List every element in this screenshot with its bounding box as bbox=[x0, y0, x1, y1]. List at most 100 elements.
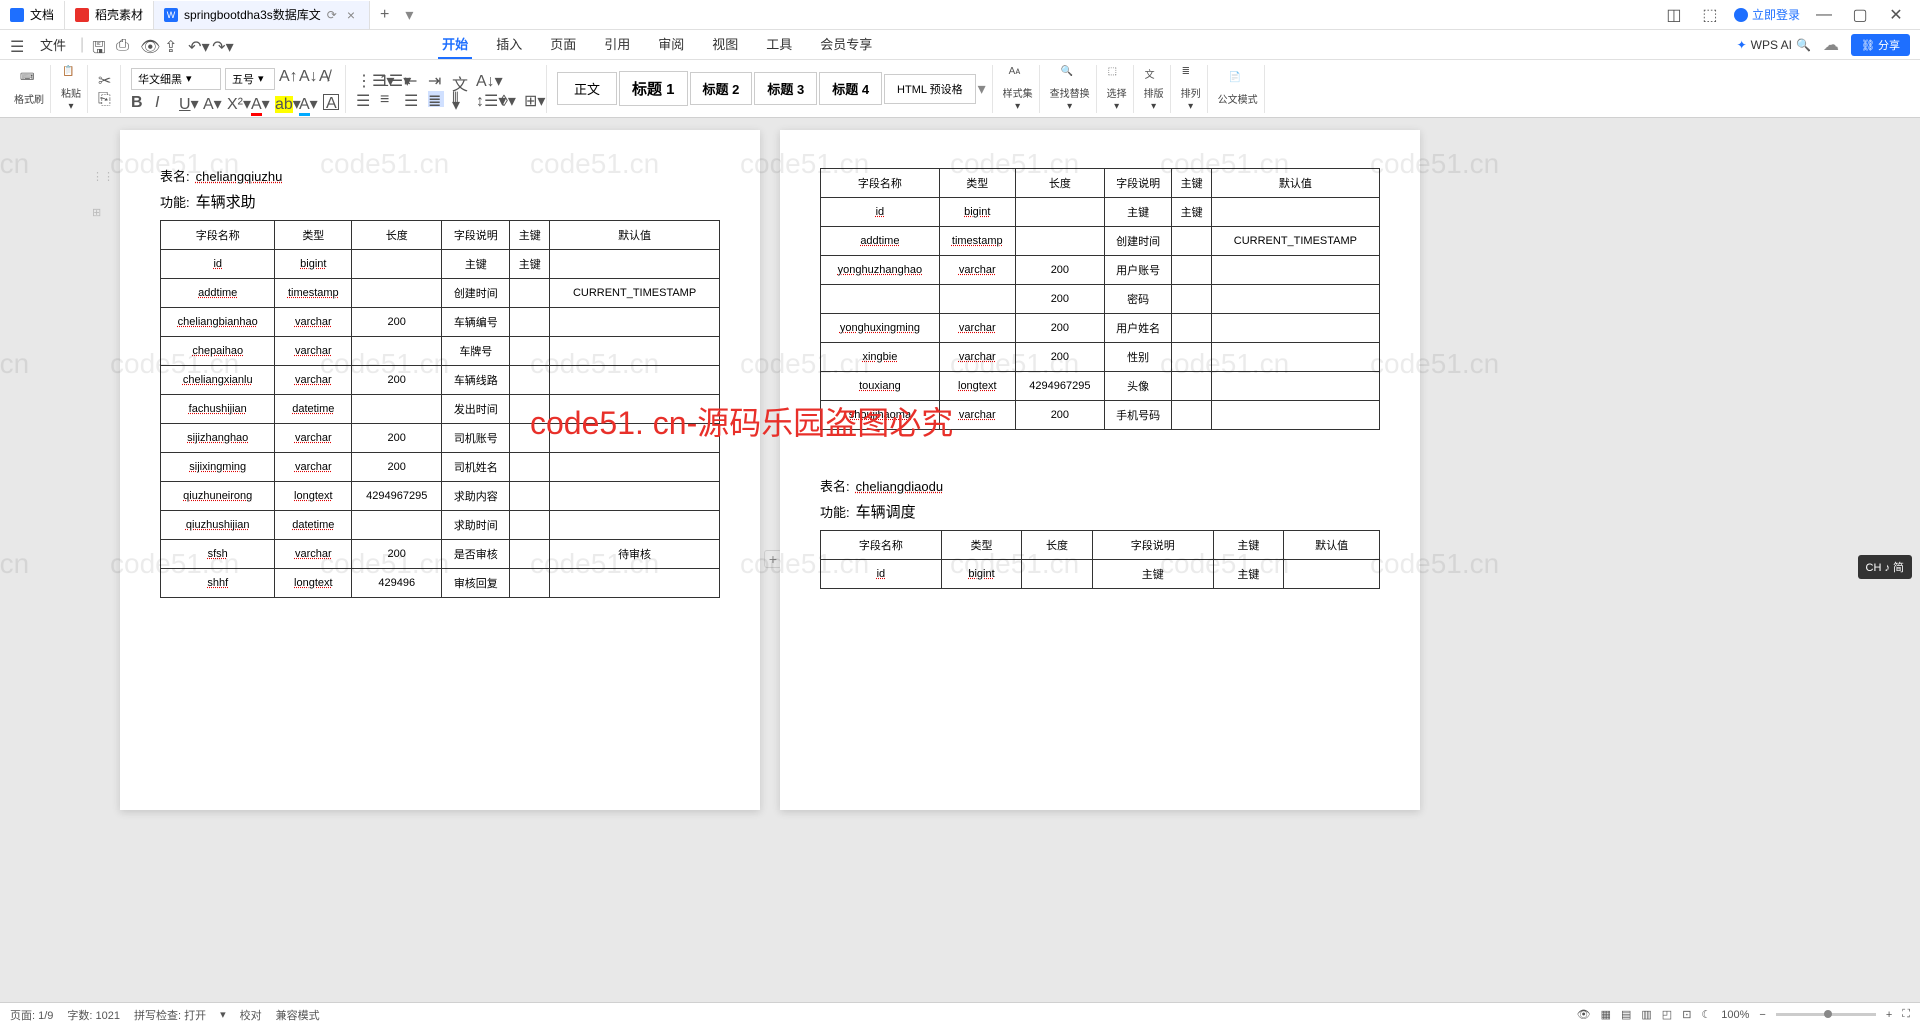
cell[interactable]: yonghuxingming bbox=[821, 314, 940, 343]
cell[interactable] bbox=[510, 482, 550, 511]
align-justify-icon[interactable]: ≣ bbox=[428, 91, 444, 107]
cell[interactable] bbox=[1172, 343, 1211, 372]
cell[interactable]: 200 bbox=[352, 453, 442, 482]
cell[interactable] bbox=[821, 285, 940, 314]
minimize-button[interactable]: — bbox=[1812, 3, 1836, 27]
table-row[interactable]: qiuzhuneironglongtext4294967295求助内容 bbox=[161, 482, 720, 511]
cell[interactable]: CURRENT_TIMESTAMP bbox=[1211, 227, 1379, 256]
format-painter-button[interactable]: ⌨格式刷 bbox=[14, 72, 44, 106]
cell[interactable]: varchar bbox=[939, 256, 1015, 285]
table-row[interactable]: idbigint主键主键 bbox=[821, 560, 1380, 589]
view-print-icon[interactable]: ▦ bbox=[1601, 1008, 1611, 1021]
cell[interactable]: 200 bbox=[1015, 401, 1104, 430]
cell[interactable] bbox=[510, 308, 550, 337]
menu-tab-ref[interactable]: 引用 bbox=[600, 30, 634, 59]
cell[interactable] bbox=[939, 285, 1015, 314]
tab-current[interactable]: Wspringbootdha3s数据库文⟳× bbox=[154, 1, 370, 29]
table-row[interactable]: addtimetimestamp创建时间CURRENT_TIMESTAMP bbox=[161, 279, 720, 308]
table-2a[interactable]: 字段名称类型长度字段说明主键默认值idbigint主键主键addtimetime… bbox=[820, 168, 1380, 430]
cell[interactable] bbox=[1211, 256, 1379, 285]
cell[interactable] bbox=[550, 482, 720, 511]
cell[interactable] bbox=[550, 250, 720, 279]
cell[interactable]: 429496 bbox=[352, 569, 442, 598]
sort-icon[interactable]: A↓▾ bbox=[476, 71, 492, 87]
cell[interactable] bbox=[550, 395, 720, 424]
cell[interactable]: sfsh bbox=[161, 540, 275, 569]
cell[interactable] bbox=[1211, 314, 1379, 343]
view-outline-icon[interactable]: ▥ bbox=[1641, 1008, 1651, 1021]
tab-docs[interactable]: 文档 bbox=[0, 1, 65, 29]
table-row[interactable]: idbigint主键主键 bbox=[821, 198, 1380, 227]
login-button[interactable]: 立即登录 bbox=[1734, 6, 1800, 23]
cell[interactable] bbox=[1211, 285, 1379, 314]
cell[interactable]: datetime bbox=[275, 395, 352, 424]
cell[interactable]: fachushijian bbox=[161, 395, 275, 424]
table-row[interactable]: fachushijiandatetime发出时间 bbox=[161, 395, 720, 424]
cell[interactable]: 主键 bbox=[1213, 560, 1284, 589]
cell[interactable]: 求助内容 bbox=[442, 482, 510, 511]
cell[interactable]: shhf bbox=[161, 569, 275, 598]
cell[interactable] bbox=[510, 511, 550, 540]
table-row[interactable]: sfshvarchar200是否审核待审核 bbox=[161, 540, 720, 569]
cell[interactable]: 200 bbox=[1015, 343, 1104, 372]
cell[interactable]: longtext bbox=[939, 372, 1015, 401]
font-color-icon[interactable]: A▾ bbox=[251, 94, 267, 110]
cell[interactable]: id bbox=[821, 198, 940, 227]
table-2b[interactable]: 字段名称类型长度字段说明主键默认值idbigint主键主键 bbox=[820, 530, 1380, 589]
menu-tab-insert[interactable]: 插入 bbox=[492, 30, 526, 59]
cell[interactable]: 手机号码 bbox=[1104, 401, 1171, 430]
cell[interactable] bbox=[550, 337, 720, 366]
cell[interactable]: 求助时间 bbox=[442, 511, 510, 540]
cell[interactable]: 密码 bbox=[1104, 285, 1171, 314]
preview-icon[interactable]: 👁 bbox=[140, 37, 156, 53]
bold-icon[interactable]: B bbox=[131, 94, 147, 110]
cell[interactable] bbox=[1172, 372, 1211, 401]
menu-tab-page[interactable]: 页面 bbox=[546, 30, 580, 59]
table-row[interactable]: addtimetimestamp创建时间CURRENT_TIMESTAMP bbox=[821, 227, 1380, 256]
cell[interactable]: sijixingming bbox=[161, 453, 275, 482]
tab-daoke[interactable]: 稻壳素材 bbox=[65, 1, 154, 29]
style-h2[interactable]: 标题 2 bbox=[690, 72, 753, 105]
view-web-icon[interactable]: ▤ bbox=[1621, 1008, 1631, 1021]
table-row[interactable]: xingbievarchar200性别 bbox=[821, 343, 1380, 372]
cell[interactable]: 200 bbox=[352, 424, 442, 453]
cell[interactable]: bigint bbox=[939, 198, 1015, 227]
cell[interactable] bbox=[550, 511, 720, 540]
view-read-icon[interactable]: 👁 bbox=[1577, 1008, 1591, 1021]
cell[interactable]: varchar bbox=[275, 424, 352, 453]
new-tab-button[interactable]: + bbox=[370, 6, 399, 24]
font-name-combo[interactable]: 华文细黑▾ bbox=[131, 68, 221, 90]
save-icon[interactable]: 🖫 bbox=[92, 37, 108, 53]
ime-badge[interactable]: CH ♪ 简 bbox=[1858, 555, 1913, 579]
cell[interactable]: 创建时间 bbox=[1104, 227, 1171, 256]
cell[interactable] bbox=[1211, 198, 1379, 227]
status-proof[interactable]: 校对 bbox=[240, 1007, 262, 1023]
highlight-icon[interactable]: ab▾ bbox=[275, 94, 291, 110]
text-direction-icon[interactable]: 文▾ bbox=[452, 71, 468, 87]
cell[interactable] bbox=[510, 569, 550, 598]
cut-icon[interactable]: ✂ bbox=[98, 71, 114, 87]
cell[interactable] bbox=[510, 337, 550, 366]
italic-icon[interactable]: I bbox=[155, 94, 171, 110]
cell[interactable] bbox=[1172, 401, 1211, 430]
cell[interactable]: shoujihaoma bbox=[821, 401, 940, 430]
cell[interactable]: 待审核 bbox=[550, 540, 720, 569]
print-icon[interactable]: ⎙ bbox=[116, 37, 132, 53]
cell[interactable]: bigint bbox=[275, 250, 352, 279]
drag-handle-icon[interactable]: ⊞ bbox=[92, 206, 101, 219]
align-right-icon[interactable]: ☰ bbox=[404, 91, 420, 107]
align-left-icon[interactable]: ☰ bbox=[356, 91, 372, 107]
cell[interactable]: cheliangxianlu bbox=[161, 366, 275, 395]
outdent-icon[interactable]: ⇤ bbox=[404, 71, 420, 87]
cell[interactable] bbox=[352, 279, 442, 308]
cell[interactable] bbox=[1022, 560, 1093, 589]
cell[interactable]: 4294967295 bbox=[1015, 372, 1104, 401]
cell[interactable]: 4294967295 bbox=[352, 482, 442, 511]
undo-icon[interactable]: ↶▾ bbox=[188, 37, 204, 53]
cell[interactable]: 性别 bbox=[1104, 343, 1171, 372]
cell[interactable] bbox=[550, 308, 720, 337]
view-mode-icon[interactable]: ⊡ bbox=[1682, 1008, 1691, 1021]
cell[interactable]: id bbox=[161, 250, 275, 279]
cell[interactable]: 司机账号 bbox=[442, 424, 510, 453]
cell[interactable]: timestamp bbox=[939, 227, 1015, 256]
